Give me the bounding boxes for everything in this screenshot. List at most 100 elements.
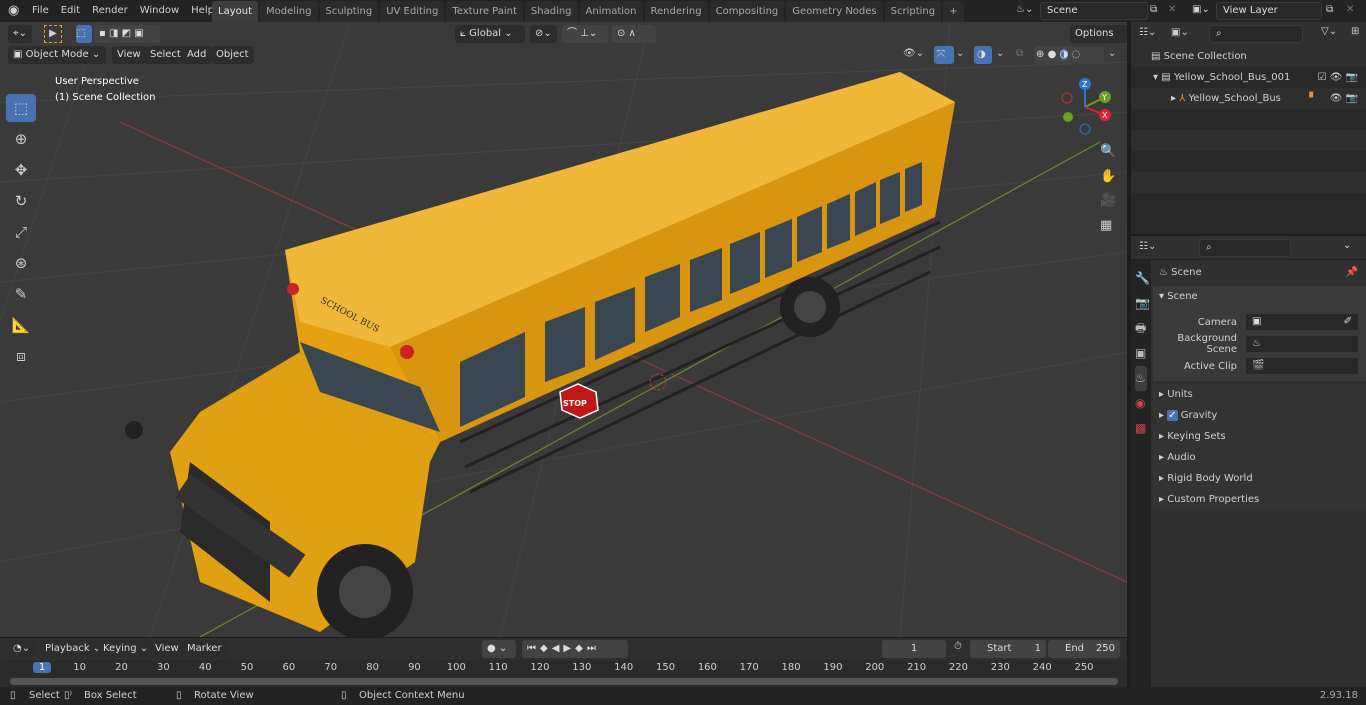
add-cube-tool-icon[interactable]: ⧈: [6, 342, 36, 370]
display-mode-icon[interactable]: ☷⌄: [1139, 27, 1156, 38]
frame-ruler[interactable]: 1 10 20 30 40 50 60 70 80 90 100 110 120 130 140 150 160…: [0, 660, 1127, 676]
scene-tab-icon[interactable]: ♨: [1135, 366, 1147, 391]
auto-keying-icon[interactable]: ● ⌄: [482, 640, 516, 658]
menu-file[interactable]: File: [26, 0, 55, 22]
menu-render[interactable]: Render: [86, 0, 134, 22]
options-dropdown[interactable]: Options ⌄: [1070, 25, 1127, 57]
tab-uv-editing[interactable]: UV Editing: [380, 1, 445, 23]
pin-icon[interactable]: 📌: [1346, 260, 1358, 286]
properties-editor-type-icon[interactable]: ☷⌄: [1139, 241, 1156, 252]
timeline-view-menu[interactable]: View: [150, 640, 184, 658]
3d-viewport[interactable]: STOP SCHOOL BUS ⌖⌄ ▶ ⬚ ▪ ◨ ◩ ▣ ⟀ Global …: [0, 22, 1127, 637]
properties-search-input[interactable]: ⌕: [1199, 239, 1291, 257]
gravity-checkbox[interactable]: ✓: [1167, 410, 1178, 421]
audio-panel[interactable]: ▸ Audio: [1153, 447, 1366, 468]
zoom-view-icon[interactable]: 🔍: [1100, 144, 1116, 159]
marker-menu[interactable]: Marker: [182, 640, 227, 658]
outliner-scene-collection[interactable]: ▤ Scene Collection: [1131, 46, 1366, 67]
close-view-layer-icon[interactable]: ✕: [1346, 4, 1354, 15]
scene-icon[interactable]: ♨⌄: [1016, 4, 1033, 15]
view-layer-filter-icon[interactable]: ▣⌄: [1171, 27, 1189, 38]
shading-modes[interactable]: ⊕ ● ◑ ◌: [1034, 46, 1104, 64]
keying-menu[interactable]: Keying ⌄: [98, 640, 154, 658]
outliner-search-input[interactable]: ⌕: [1209, 25, 1303, 43]
select-box-tool-icon[interactable]: ⬚: [6, 94, 36, 122]
tool-tab-icon[interactable]: 🔧: [1135, 266, 1150, 291]
background-scene-field[interactable]: ♨: [1245, 335, 1359, 353]
next-keyframe-icon[interactable]: ◆: [575, 643, 587, 654]
camera-view-icon[interactable]: 🎥: [1100, 193, 1116, 208]
pivot-point-icon[interactable]: ⊘⌄: [530, 25, 557, 43]
timeline-editor-type-icon[interactable]: ◔⌄: [8, 640, 36, 658]
tab-modeling[interactable]: Modeling: [260, 1, 318, 23]
xray-icon[interactable]: ⧉: [1016, 48, 1023, 59]
expand-arrow-icon[interactable]: ▾: [1153, 72, 1161, 83]
select-mode-buttons[interactable]: ▪ ◨ ◩ ▣: [94, 25, 160, 43]
menu-window[interactable]: Window: [134, 0, 185, 22]
visibility-icon[interactable]: 👁⌄: [903, 48, 924, 59]
timeline-scrollbar[interactable]: [10, 678, 1118, 685]
stopwatch-icon[interactable]: ⏱: [954, 641, 962, 652]
play-reverse-icon[interactable]: ◀: [552, 643, 564, 654]
cursor-tool-icon[interactable]: ⊕: [6, 125, 36, 153]
close-scene-icon[interactable]: ✕: [1168, 4, 1176, 15]
move-tool-icon[interactable]: ✥: [6, 156, 36, 184]
playback-controls[interactable]: ⏮◆◀▶◆⏭: [522, 640, 628, 658]
material-shading-icon[interactable]: ◑: [1059, 49, 1069, 60]
world-tab-icon[interactable]: ◉: [1135, 391, 1147, 416]
view-layer-selector[interactable]: View Layer: [1216, 2, 1322, 20]
active-clip-field[interactable]: 🎬: [1245, 357, 1359, 375]
texture-tab-icon[interactable]: ▩: [1135, 416, 1147, 441]
tab-sculpting[interactable]: Sculpting: [319, 1, 379, 23]
end-frame-field[interactable]: End 250: [1048, 640, 1120, 658]
tab-geometry-nodes[interactable]: Geometry Nodes: [786, 1, 883, 23]
menu-object[interactable]: Object: [211, 46, 254, 64]
jump-end-icon[interactable]: ⏭: [587, 643, 600, 654]
solid-shading-icon[interactable]: ●: [1048, 49, 1057, 60]
add-workspace-button[interactable]: +: [943, 1, 964, 23]
rendered-shading-icon[interactable]: ◌: [1071, 49, 1080, 60]
shading-dropdown-icon[interactable]: ⌄: [1108, 48, 1116, 59]
menu-edit[interactable]: Edit: [55, 0, 86, 22]
menu-select[interactable]: Select: [145, 46, 186, 64]
gravity-panel[interactable]: ▸ ✓ Gravity: [1153, 405, 1366, 426]
object-toggles[interactable]: ▘ 👁 📷: [1309, 88, 1358, 109]
transform-orientation-dropdown[interactable]: ⟀ Global ⌄: [455, 25, 525, 43]
expand-arrow-icon[interactable]: ▸: [1171, 93, 1179, 104]
prev-keyframe-icon[interactable]: ◆: [540, 643, 552, 654]
menu-view[interactable]: View: [112, 46, 146, 64]
start-frame-field[interactable]: Start 1: [970, 640, 1046, 658]
play-icon[interactable]: ▶: [563, 643, 575, 654]
gizmo-toggle-icon[interactable]: ⤧: [934, 46, 954, 64]
outliner-collection-row[interactable]: ▾ ▤ Yellow_School_Bus_001 ☑ 👁 📷: [1131, 67, 1366, 88]
gizmo-dropdown-icon[interactable]: ⌄: [956, 48, 964, 59]
current-frame-marker[interactable]: 1: [33, 662, 51, 673]
properties-options-icon[interactable]: ⌄: [1343, 240, 1351, 251]
view-layer-tab-icon[interactable]: ▣: [1135, 341, 1147, 366]
tab-compositing[interactable]: Compositing: [709, 1, 785, 23]
select-mode-new-icon[interactable]: ⬚: [76, 25, 92, 43]
filter-icon[interactable]: ▽⌄: [1321, 26, 1337, 37]
tab-animation[interactable]: Animation: [579, 1, 643, 23]
scene-panel-header[interactable]: ▾ Scene: [1153, 286, 1366, 308]
tab-rendering[interactable]: Rendering: [644, 1, 708, 23]
overlay-toggle-icon[interactable]: ◑: [974, 46, 992, 64]
editor-type-icon[interactable]: ⌖⌄: [8, 25, 33, 43]
new-collection-icon[interactable]: ⊞: [1351, 26, 1359, 37]
snap-icon[interactable]: ⌒ ⊥⌄: [562, 25, 608, 43]
keying-sets-panel[interactable]: ▸ Keying Sets: [1153, 426, 1366, 447]
render-tab-icon[interactable]: 📷: [1135, 291, 1150, 316]
proportional-editing-icon[interactable]: ⊙ ∧: [612, 25, 656, 43]
perspective-toggle-icon[interactable]: ▦: [1100, 218, 1112, 233]
rotate-tool-icon[interactable]: ↻: [6, 187, 36, 215]
overlay-dropdown-icon[interactable]: ⌄: [996, 48, 1004, 59]
scale-tool-icon[interactable]: ⤢: [6, 218, 36, 246]
tab-layout[interactable]: Layout: [212, 1, 258, 23]
blender-logo-icon[interactable]: ◉: [8, 3, 19, 18]
jump-start-icon[interactable]: ⏮: [527, 643, 540, 654]
new-view-layer-icon[interactable]: ⧉: [1326, 4, 1333, 15]
collection-toggles[interactable]: ☑ 👁 📷: [1318, 67, 1358, 88]
tab-texture-paint[interactable]: Texture Paint: [446, 1, 523, 23]
scene-selector[interactable]: Scene: [1040, 2, 1148, 20]
units-panel[interactable]: ▸ Units: [1153, 384, 1366, 405]
